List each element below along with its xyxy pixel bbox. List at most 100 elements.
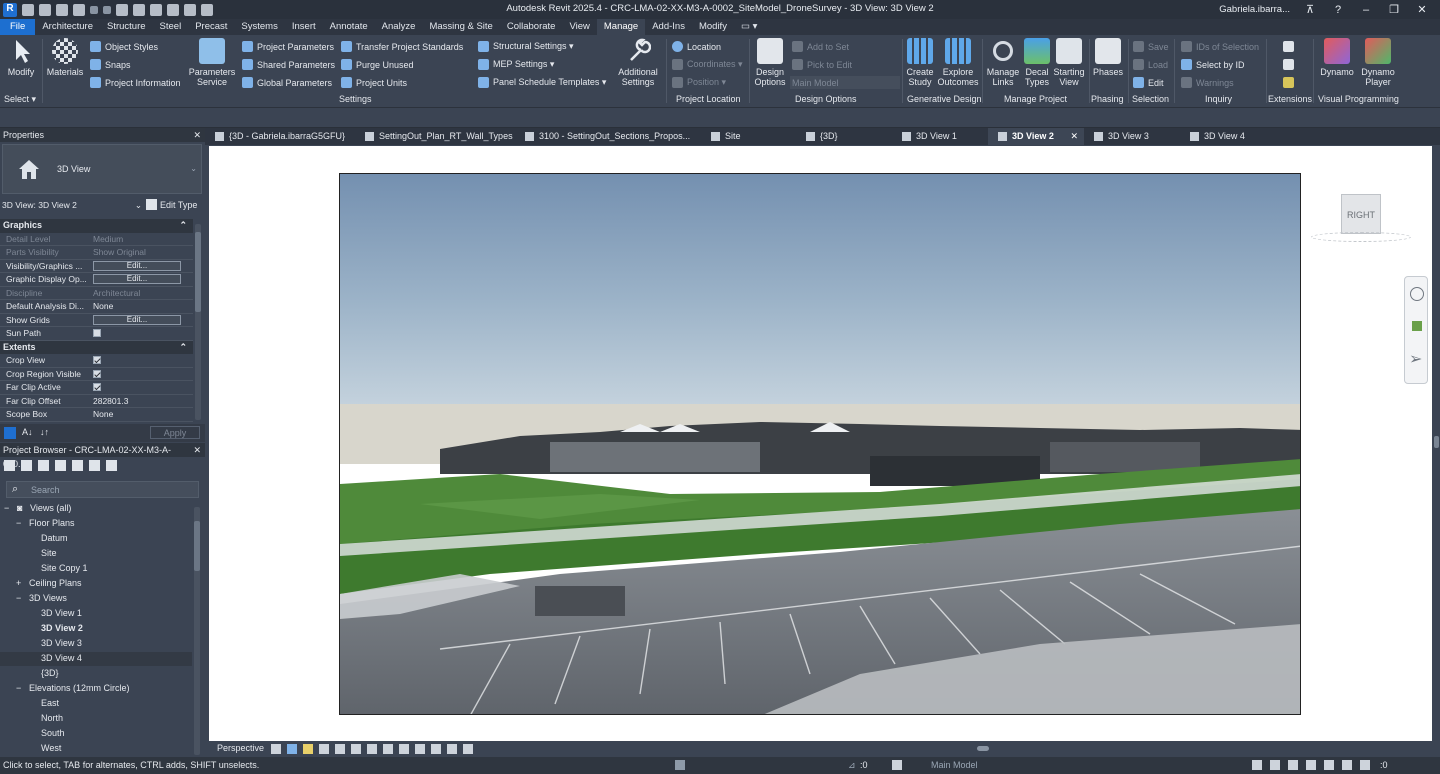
extension-icon-2[interactable] [1283,59,1294,70]
close-hidden-windows-icon[interactable] [184,3,196,16]
expand-icon[interactable]: + [16,578,21,588]
property-row[interactable]: Visibility/Graphics ... Edit... [0,260,193,273]
browser-node[interactable]: 3D View 3 [41,638,82,648]
collapse-icon[interactable]: − [16,518,21,528]
property-checkbox[interactable] [93,329,101,337]
editable-only-icon[interactable]: ⊿ [848,757,856,774]
collapse-icon[interactable]: − [16,593,21,603]
sort-icon[interactable]: A↓ [22,427,33,437]
cart-icon[interactable]: ⊼ [1302,3,1318,16]
graphics-section[interactable]: Graphics ⌃ [0,219,193,233]
select-links-icon[interactable] [1252,760,1262,770]
property-row[interactable]: Graphic Display Op... Edit... [0,273,193,287]
property-row[interactable]: Parts Visibility Show Original [0,246,193,260]
extension-icon-1[interactable] [1283,41,1294,52]
select-by-face-icon[interactable] [1306,760,1316,770]
home-icon[interactable] [22,3,34,16]
fly-icon[interactable]: ➢ [1409,349,1422,369]
drag-elements-icon[interactable] [1324,760,1334,770]
shadows-icon[interactable] [319,744,329,754]
position-button[interactable]: Position ▾ [672,76,726,89]
active-design-option[interactable]: Main Model [931,757,978,774]
materials-button[interactable]: Materials [45,38,85,77]
restore-button[interactable]: ❐ [1386,3,1402,16]
property-row[interactable]: Sun Path [0,327,193,341]
menu-tab-steel[interactable]: Steel [153,19,189,35]
menu-tab-file[interactable]: File [0,19,36,35]
browser-node[interactable]: Elevations (12mm Circle) [29,683,130,693]
apply-button[interactable]: Apply [150,426,200,439]
dynamo-button[interactable]: Dynamo [1318,38,1356,77]
browser-node[interactable]: Datum [41,533,68,543]
parameters-service-button[interactable]: Parameters Service [188,38,236,87]
horizontal-scroll-thumb[interactable] [977,746,989,751]
browser-schedule-icon[interactable] [55,460,66,471]
select-pinned-icon[interactable] [1288,760,1298,770]
load-selection-button[interactable]: Load [1133,58,1168,71]
menu-tab-add-ins[interactable]: Add-Ins [645,19,692,35]
menu-tab-view[interactable]: View [562,19,596,35]
close-icon[interactable]: ✕ [193,128,201,142]
explore-outcomes-button[interactable]: Explore Outcomes [937,38,979,87]
menu-tab-modify[interactable]: Modify [692,19,734,35]
switch-windows-icon[interactable] [201,3,213,16]
worksharing-display-icon[interactable] [431,744,441,754]
instance-filter-select[interactable]: 3D View: 3D View 2 ⌄ [2,198,144,212]
analytical-model-icon[interactable] [447,744,457,754]
extents-section[interactable]: Extents ⌃ [0,340,193,354]
browser-node[interactable]: 3D View 2 [41,623,83,633]
property-row[interactable]: Far Clip Active [0,381,193,395]
properties-scrollbar[interactable] [195,224,201,420]
revit-logo-icon[interactable]: R [3,2,17,17]
contextual-tab-icon[interactable]: ▭ ▾ [734,19,764,35]
menu-tab-structure[interactable]: Structure [100,19,153,35]
crop-view-icon[interactable] [351,744,361,754]
menu-tab-systems[interactable]: Systems [234,19,284,35]
browser-group-icon[interactable] [89,460,100,471]
viewcube[interactable]: RIGHT [1311,194,1411,244]
print-icon[interactable] [116,3,128,16]
sun-path-icon[interactable] [303,744,313,754]
drawing-area[interactable]: RIGHT ➢ [209,146,1432,741]
browser-node[interactable]: West [41,743,61,753]
shared-parameters-button[interactable]: Shared Parameters [242,58,335,71]
browser-node[interactable]: East [41,698,59,708]
browser-node[interactable]: South [41,728,65,738]
project-units-button[interactable]: Project Units [341,76,407,89]
zoom-region-icon[interactable] [1412,321,1422,331]
object-styles-button[interactable]: Object Styles [90,40,158,53]
property-row[interactable]: Scope Box None [0,408,193,422]
modify-button[interactable]: Modify [4,38,38,77]
lock-3d-view-icon[interactable] [383,744,393,754]
browser-node[interactable]: Ceiling Plans [29,578,82,588]
snaps-button[interactable]: Snaps [90,58,131,71]
panel-schedule-templates-button[interactable]: Panel Schedule Templates ▾ [478,76,606,89]
dynamo-player-button[interactable]: Dynamo Player [1358,38,1398,87]
type-selector[interactable]: 3D View ⌄ [2,144,202,194]
view-tab[interactable]: 3100 - SettingOut_Sections_Propos... [515,128,701,145]
select-underlay-icon[interactable] [1270,760,1280,770]
edit-selection-button[interactable]: Edit [1133,76,1164,89]
reveal-hidden-icon[interactable] [415,744,425,754]
open-icon[interactable] [39,3,51,16]
properties-help-icon[interactable] [4,427,16,439]
browser-node[interactable]: Site [41,548,57,558]
browser-3d-icon[interactable] [21,460,32,471]
save-selection-button[interactable]: Save [1133,40,1169,53]
close-icon[interactable]: ✕ [193,443,201,457]
menu-tab-precast[interactable]: Precast [188,19,234,35]
global-parameters-button[interactable]: Global Parameters [242,76,332,89]
menu-tab-insert[interactable]: Insert [285,19,323,35]
close-tab-icon[interactable]: ✕ [1070,128,1078,145]
projection-mode[interactable]: Perspective [217,743,264,753]
menu-tab-collaborate[interactable]: Collaborate [500,19,563,35]
browser-sheet-icon[interactable] [38,460,49,471]
browser-node[interactable]: Views (all) [30,503,71,513]
pick-to-edit-button[interactable]: Pick to Edit [792,58,852,71]
active-design-option-select[interactable]: Main Model [790,76,900,89]
create-study-button[interactable]: Create Study [904,38,936,87]
detail-level-icon[interactable] [271,744,281,754]
property-row[interactable]: Show Grids Edit... [0,314,193,327]
browser-family-icon[interactable] [72,460,83,471]
view-tab[interactable]: 3D View 1 [892,128,988,145]
